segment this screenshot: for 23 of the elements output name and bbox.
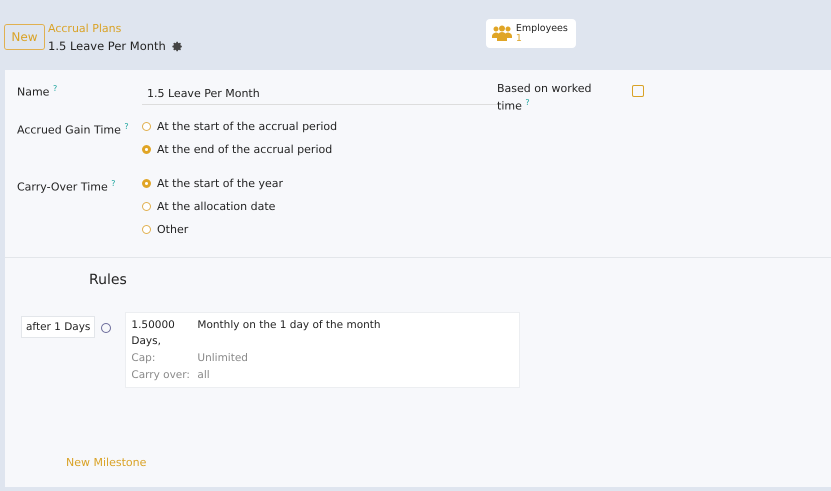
section-title: Rules [89, 272, 128, 288]
rule-card[interactable]: 1.50000 Days, Monthly on the 1 day of the month Cap: Unlimited Carry over: all [125, 312, 520, 388]
field-label: Carry-Over Time $^{?}$ [17, 178, 116, 196]
users-icon [492, 25, 512, 42]
radio-option[interactable]: At the end of the accrual period [142, 143, 332, 156]
rule-amount: 1.50000 Days, [131, 318, 176, 349]
detail-label: Carry over: [131, 368, 191, 383]
checkbox[interactable] [632, 85, 644, 97]
timeline-dot [101, 323, 112, 333]
radio-option[interactable]: Other [142, 223, 188, 236]
detail-value: Unlimited [197, 351, 249, 366]
radio-option[interactable]: At the start of the accrual period [142, 120, 338, 134]
gear-icon[interactable] [172, 40, 183, 52]
radio-option[interactable]: At the start of the year [142, 177, 283, 190]
detail-value: all [197, 368, 211, 383]
employees-button[interactable]: Employees 1 [486, 19, 576, 48]
detail-label: Cap: [131, 351, 156, 366]
radio-option[interactable]: At the allocation date [142, 200, 276, 214]
field-label: Name $^{?}$ [17, 83, 58, 101]
milestone-label: after 1 Days [21, 316, 96, 338]
record-title: 1.5 Leave Per Month [48, 39, 166, 53]
field-label: Accrued Gain Time $^{?}$ [17, 121, 130, 140]
rule-frequency: Monthly on the 1 day of the month [197, 318, 382, 333]
